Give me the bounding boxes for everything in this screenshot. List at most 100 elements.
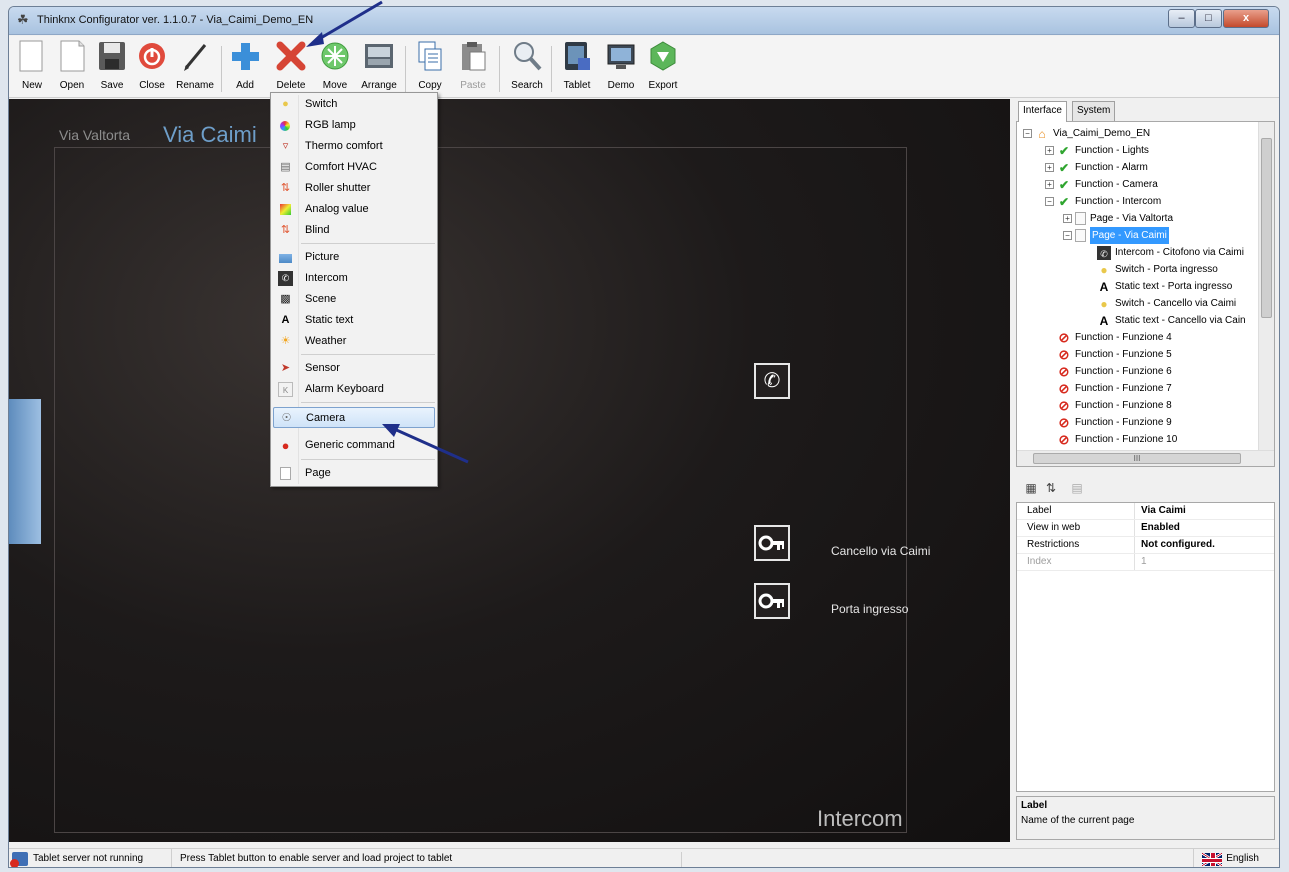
sort-alphabetical-icon[interactable]: ⇅	[1042, 479, 1060, 497]
tree-item[interactable]: ⊘ Function - Funzione 4	[1057, 329, 1172, 346]
tree-item[interactable]: A Static text - Porta ingresso	[1097, 278, 1233, 295]
tree-item[interactable]: ⊘ Function - Funzione 9	[1057, 414, 1172, 431]
tree-item[interactable]: ● Switch - Porta ingresso	[1097, 261, 1217, 278]
tree-vertical-scrollbar[interactable]	[1258, 122, 1274, 452]
tree-item[interactable]: ⊘ Function - Funzione 6	[1057, 363, 1172, 380]
menu-item-scene[interactable]: ▩ Scene	[273, 289, 435, 310]
expand-icon[interactable]: +	[1045, 146, 1054, 155]
tree-item[interactable]: ⊘ Function - Funzione 5	[1057, 346, 1172, 363]
menu-item-rgb-lamp[interactable]: RGB lamp	[273, 115, 435, 136]
demo-button[interactable]: Demo	[603, 40, 639, 96]
collapse-icon[interactable]: −	[1023, 129, 1032, 138]
close-label: Close	[139, 80, 165, 91]
tree-item[interactable]: − ✔ Function - Intercom	[1045, 193, 1161, 210]
tree-item[interactable]: + Page - Via Valtorta	[1063, 210, 1173, 227]
new-button[interactable]: New	[15, 40, 49, 96]
search-label: Search	[511, 80, 543, 91]
menu-item-sensor[interactable]: ➤ Sensor	[273, 358, 435, 379]
maximize-button[interactable]: □	[1195, 9, 1222, 28]
keypad-icon: K	[278, 382, 293, 397]
move-button[interactable]: Move	[315, 40, 355, 96]
demo-monitor-icon	[606, 40, 636, 72]
close-button[interactable]: Close	[135, 40, 169, 96]
menu-item-alarm-keyboard[interactable]: K Alarm Keyboard	[273, 379, 435, 400]
tab-interface[interactable]: Interface	[1018, 101, 1067, 122]
copy-button[interactable]: Copy	[413, 40, 447, 96]
property-pages-icon[interactable]: ▤	[1068, 479, 1086, 497]
search-button[interactable]: Search	[507, 40, 547, 96]
project-tree[interactable]: − ⌂ Via_Caimi_Demo_EN + ✔ Function - Lights …	[1016, 121, 1275, 467]
menu-item-weather[interactable]: ☀ Weather	[273, 331, 435, 352]
side-panel-tab[interactable]	[9, 399, 41, 544]
tab-system[interactable]: System	[1072, 101, 1116, 121]
minimize-button[interactable]: –	[1168, 9, 1195, 28]
property-value[interactable]: Via Caimi	[1141, 503, 1186, 519]
menu-item-static-text[interactable]: A Static text	[273, 310, 435, 331]
tablet-button[interactable]: Tablet	[557, 40, 597, 96]
tree-item[interactable]: + ✔ Function - Lights	[1045, 142, 1149, 159]
export-button[interactable]: Export	[643, 40, 683, 96]
arrange-button[interactable]: Arrange	[357, 40, 401, 96]
toolbar-separator	[405, 46, 406, 92]
design-canvas[interactable]: Via Valtorta Via Caimi ✆ Cancello via Ca…	[9, 99, 1010, 842]
menu-item-generic-command[interactable]: ● Generic command	[273, 435, 435, 456]
export-icon	[648, 40, 678, 72]
tree-label: Function - Funzione 4	[1075, 332, 1172, 343]
door-widget-label[interactable]: Porta ingresso	[831, 602, 908, 616]
save-button[interactable]: Save	[95, 40, 129, 96]
rename-button[interactable]: Rename	[173, 40, 217, 96]
property-row-label[interactable]: Label Via Caimi	[1017, 503, 1274, 520]
property-row-view-in-web[interactable]: View in web Enabled	[1017, 520, 1274, 537]
menu-item-thermo-comfort[interactable]: ▿ Thermo comfort	[273, 136, 435, 157]
paste-button[interactable]: Paste	[455, 40, 491, 96]
tree-root[interactable]: − ⌂ Via_Caimi_Demo_EN	[1023, 125, 1150, 142]
collapse-icon[interactable]: −	[1063, 231, 1072, 240]
tree-horizontal-scrollbar[interactable]: III	[1017, 450, 1274, 466]
menu-item-analog-value[interactable]: Analog value	[273, 199, 435, 220]
tree-item-selected[interactable]: − Page - Via Caimi	[1063, 227, 1169, 244]
menu-item-roller-shutter[interactable]: ⇅ Roller shutter	[273, 178, 435, 199]
collapse-icon[interactable]: −	[1045, 197, 1054, 206]
scroll-thumb[interactable]	[1261, 138, 1272, 318]
delete-button[interactable]: Delete	[271, 40, 311, 96]
tree-item[interactable]: ● Switch - Cancello via Caimi	[1097, 295, 1236, 312]
menu-item-camera[interactable]: ☉ Camera	[273, 407, 435, 428]
paste-clipboard-icon	[458, 40, 488, 72]
categorized-view-icon[interactable]: ▦	[1022, 479, 1040, 497]
open-button[interactable]: Open	[55, 40, 89, 96]
tree-label: Function - Intercom	[1075, 196, 1162, 207]
menu-item-switch[interactable]: ● Switch	[273, 94, 435, 115]
tree-item[interactable]: ✆ Intercom - Citofono via Caimi	[1097, 244, 1244, 261]
tree-item[interactable]: + ✔ Function - Camera	[1045, 176, 1158, 193]
property-value[interactable]: Enabled	[1141, 520, 1180, 536]
menu-item-intercom[interactable]: ✆ Intercom	[273, 268, 435, 289]
language-selector[interactable]: English	[1193, 849, 1259, 867]
breadcrumb-previous-page[interactable]: Via Valtorta	[59, 127, 130, 143]
tree-label: Function - Alarm	[1075, 162, 1148, 173]
tree-item[interactable]: ⊘ Function - Funzione 7	[1057, 380, 1172, 397]
property-row-restrictions[interactable]: Restrictions Not configured.	[1017, 537, 1274, 554]
menu-item-comfort-hvac[interactable]: ▤ Comfort HVAC	[273, 157, 435, 178]
add-button[interactable]: Add	[227, 40, 263, 96]
menu-label: Sensor	[305, 362, 340, 374]
scroll-thumb[interactable]: III	[1033, 453, 1241, 464]
property-value[interactable]: Not configured.	[1141, 537, 1215, 553]
menu-item-picture[interactable]: Picture	[273, 247, 435, 268]
menu-item-blind[interactable]: ⇅ Blind	[273, 220, 435, 241]
tree-item[interactable]: A Static text - Cancello via Cain	[1097, 312, 1246, 329]
tree-item[interactable]: ⊘ Function - Funzione 10	[1057, 431, 1178, 448]
intercom-phone-icon[interactable]: ✆	[754, 363, 790, 399]
expand-icon[interactable]: +	[1045, 180, 1054, 189]
door-key-icon[interactable]	[754, 583, 790, 619]
tree-item[interactable]: ⊘ Function - Funzione 8	[1057, 397, 1172, 414]
sun-icon: ☀	[280, 335, 291, 347]
breadcrumb-current-page[interactable]: Via Caimi	[163, 122, 257, 148]
expand-icon[interactable]: +	[1045, 163, 1054, 172]
menu-item-page[interactable]: Page	[273, 463, 435, 484]
gate-widget-label[interactable]: Cancello via Caimi	[831, 544, 930, 558]
expand-icon[interactable]: +	[1063, 214, 1072, 223]
gate-key-icon[interactable]	[754, 525, 790, 561]
language-label: English	[1226, 853, 1259, 864]
tree-item[interactable]: + ✔ Function - Alarm	[1045, 159, 1148, 176]
close-window-button[interactable]: x	[1223, 9, 1269, 28]
